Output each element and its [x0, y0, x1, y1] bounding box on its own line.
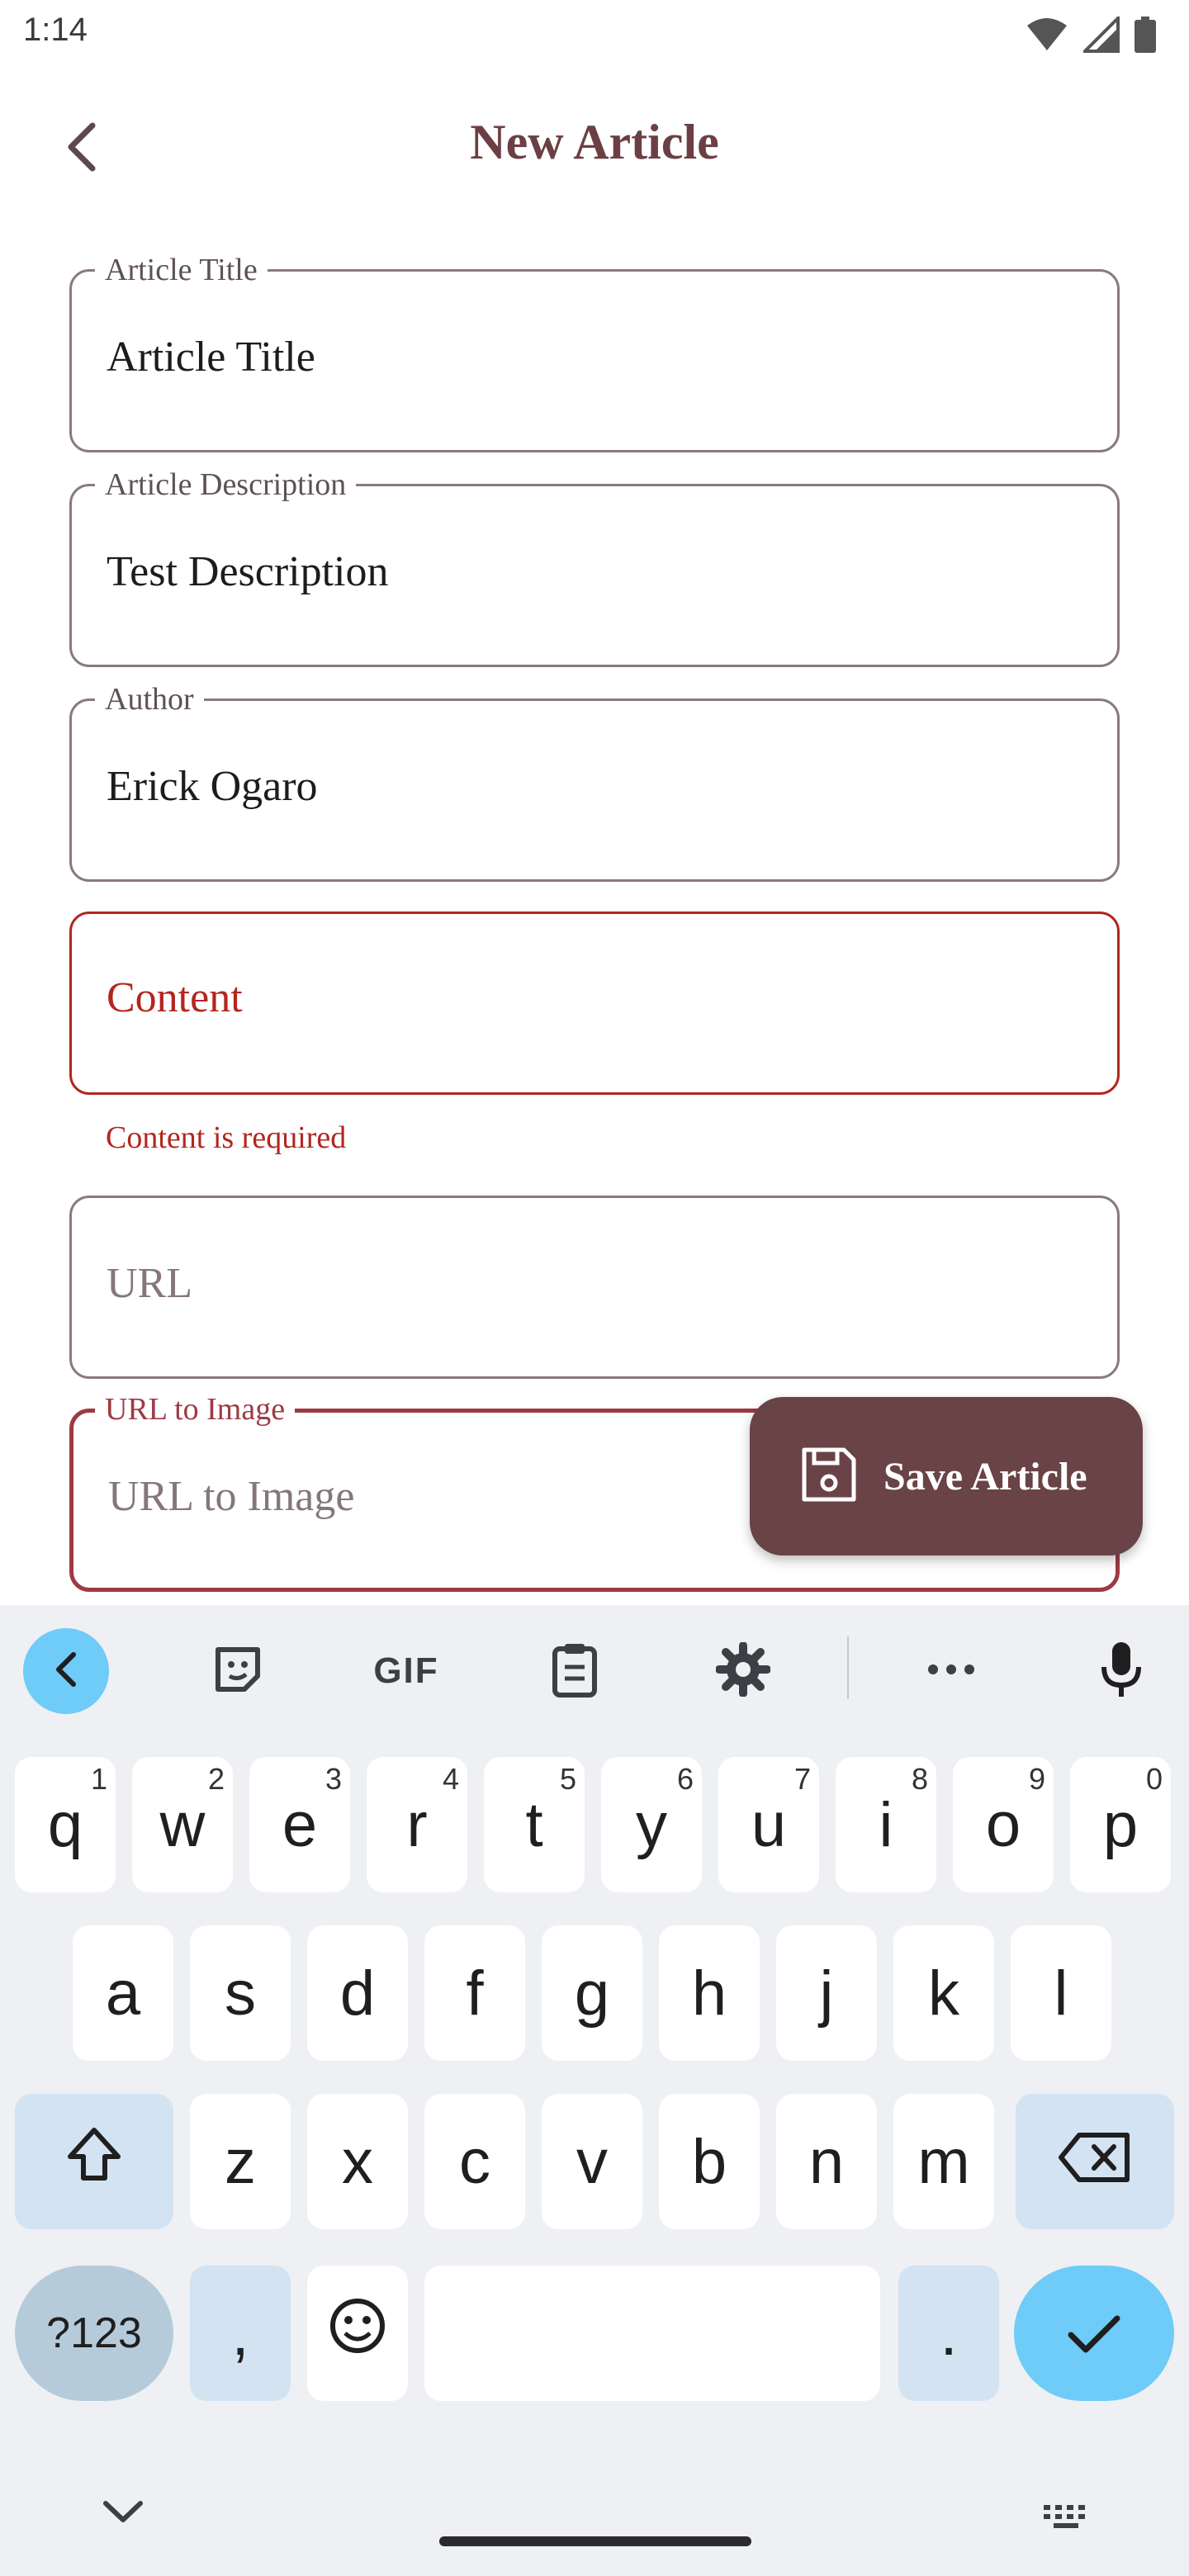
key-p[interactable]: p0	[1070, 1757, 1171, 1892]
status-bar: 1:14	[0, 0, 1189, 69]
key-v[interactable]: v	[542, 2094, 642, 2229]
field-placeholder: Content	[107, 974, 243, 1021]
keyboard-back-button[interactable]	[23, 1628, 109, 1714]
field-value: Erick Ogaro	[107, 763, 318, 810]
clipboard-button[interactable]	[532, 1628, 618, 1714]
soft-keyboard: GIF q1 w2 e3 r4 t5 y6 u7 i8 o9 p 0 a s d…	[0, 1605, 1189, 2576]
emoji-icon	[329, 2297, 386, 2370]
field-placeholder: URL to Image	[108, 1473, 355, 1520]
key-a[interactable]: a	[73, 1925, 173, 2061]
enter-key[interactable]	[1014, 2266, 1174, 2401]
period-key[interactable]: .	[898, 2266, 999, 2401]
key-x[interactable]: x	[307, 2094, 408, 2229]
settings-button[interactable]	[700, 1628, 786, 1714]
field-label: URL to Image	[95, 1391, 296, 1428]
sticker-icon	[211, 1643, 264, 1700]
field-placeholder: URL	[107, 1260, 192, 1307]
status-icons	[1026, 14, 1156, 57]
key-z[interactable]: z	[190, 2094, 291, 2229]
page-title: New Article	[470, 115, 719, 169]
key-w[interactable]: w2	[132, 1757, 233, 1892]
key-h[interactable]: h	[659, 1925, 760, 2061]
mic-icon	[1101, 1641, 1142, 1702]
field-value: Article Title	[107, 334, 315, 381]
sticker-button[interactable]	[195, 1628, 281, 1714]
signal-icon	[1081, 14, 1120, 57]
keyboard-switcher-button[interactable]	[1042, 2502, 1092, 2536]
toolbar-divider	[847, 1636, 849, 1699]
comma-key[interactable]: ,	[190, 2266, 291, 2401]
key-b[interactable]: b	[659, 2094, 760, 2229]
save-article-button[interactable]: Save Article	[750, 1397, 1143, 1556]
chevron-down-icon	[99, 2501, 147, 2530]
save-article-label: Save Article	[883, 1454, 1087, 1499]
key-e[interactable]: e3	[249, 1757, 350, 1892]
wifi-icon	[1026, 17, 1068, 56]
more-icon	[926, 1663, 976, 1680]
key-k[interactable]: k	[893, 1925, 994, 2061]
key-c[interactable]: c	[424, 2094, 525, 2229]
field-value: Test Description	[107, 548, 389, 595]
more-button[interactable]	[908, 1628, 994, 1714]
backspace-key[interactable]	[1016, 2094, 1174, 2229]
key-o[interactable]: o9	[953, 1757, 1054, 1892]
key-f[interactable]: f	[424, 1925, 525, 2061]
gif-label: GIF	[373, 1650, 439, 1691]
key-m[interactable]: m	[893, 2094, 994, 2229]
battery-icon	[1135, 17, 1156, 57]
space-key[interactable]	[424, 2266, 880, 2401]
key-q[interactable]: q1	[15, 1757, 116, 1892]
check-icon	[1068, 2298, 1120, 2370]
key-g[interactable]: g	[542, 1925, 642, 2061]
key-t[interactable]: t5	[484, 1757, 585, 1892]
url-field[interactable]: URL	[69, 1196, 1120, 1379]
shift-icon	[65, 2125, 123, 2198]
key-d[interactable]: d	[307, 1925, 408, 2061]
key-j[interactable]: j	[776, 1925, 877, 2061]
gear-icon	[715, 1641, 771, 1701]
top-app-bar: New Article	[0, 99, 1189, 198]
key-i[interactable]: i8	[836, 1757, 936, 1892]
gif-button[interactable]: GIF	[363, 1628, 449, 1714]
article-description-field[interactable]: Article Description Test Description	[69, 466, 1120, 667]
chevron-left-icon	[54, 1651, 78, 1692]
home-indicator[interactable]	[439, 2536, 751, 2546]
emoji-key[interactable]	[307, 2266, 408, 2401]
symbols-key[interactable]: ?123	[15, 2266, 173, 2401]
clipboard-icon	[550, 1641, 599, 1702]
backspace-icon	[1058, 2126, 1132, 2198]
field-label: Article Description	[95, 466, 357, 503]
field-label: Article Title	[95, 252, 268, 288]
content-error-text: Content is required	[106, 1120, 347, 1155]
key-l[interactable]: l	[1011, 1925, 1111, 2061]
status-time: 1:14	[23, 12, 88, 48]
keyboard-icon	[1042, 2505, 1092, 2535]
content-field[interactable]: Content	[69, 912, 1120, 1095]
key-n[interactable]: n	[776, 2094, 877, 2229]
keyboard-toolbar: GIF	[0, 1605, 1189, 1729]
field-label: Author	[95, 681, 204, 717]
key-u[interactable]: u7	[718, 1757, 819, 1892]
key-r[interactable]: r4	[367, 1757, 467, 1892]
key-y[interactable]: y6	[601, 1757, 702, 1892]
save-icon	[798, 1443, 860, 1510]
article-title-field[interactable]: Article Title Article Title	[69, 252, 1120, 452]
hide-keyboard-button[interactable]	[99, 2497, 147, 2531]
key-s[interactable]: s	[190, 1925, 291, 2061]
shift-key[interactable]	[15, 2094, 173, 2229]
author-field[interactable]: Author Erick Ogaro	[69, 681, 1120, 882]
voice-input-button[interactable]	[1078, 1628, 1164, 1714]
